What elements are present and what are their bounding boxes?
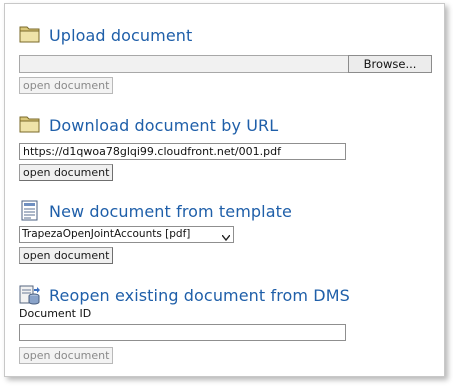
template-select[interactable]: TrapezaOpenJointAccounts [pdf] bbox=[19, 226, 234, 243]
upload-document-title: Upload document bbox=[49, 25, 193, 45]
document-id-input[interactable] bbox=[19, 324, 346, 341]
dms-title: Reopen existing document from DMS bbox=[49, 285, 350, 305]
folder-icon bbox=[19, 24, 41, 46]
upload-open-document-button[interactable]: open document bbox=[19, 77, 114, 94]
template-document-icon bbox=[19, 200, 41, 222]
dms-header: Reopen existing document from DMS bbox=[19, 282, 350, 308]
url-input[interactable]: https://d1qwoa78glqi99.cloudfront.net/00… bbox=[19, 143, 346, 160]
template-open-document-button[interactable]: open document bbox=[19, 247, 114, 264]
template-selected-option: TrapezaOpenJointAccounts [pdf] bbox=[22, 228, 191, 240]
open-document-panel: Upload document Browse... open document … bbox=[4, 3, 445, 377]
dms-open-document-button[interactable]: open document bbox=[19, 347, 114, 364]
download-url-header: Download document by URL bbox=[19, 112, 278, 138]
template-title: New document from template bbox=[49, 201, 292, 221]
dms-database-icon bbox=[19, 284, 41, 306]
download-open-document-button[interactable]: open document bbox=[19, 164, 114, 181]
folder-icon bbox=[19, 114, 41, 136]
document-id-label: Document ID bbox=[19, 307, 92, 320]
browse-button[interactable]: Browse... bbox=[348, 55, 432, 73]
template-header: New document from template bbox=[19, 198, 292, 224]
upload-document-header: Upload document bbox=[19, 22, 192, 48]
file-path-field[interactable] bbox=[19, 55, 349, 73]
download-url-title: Download document by URL bbox=[49, 115, 279, 135]
chevron-down-icon bbox=[221, 231, 231, 242]
